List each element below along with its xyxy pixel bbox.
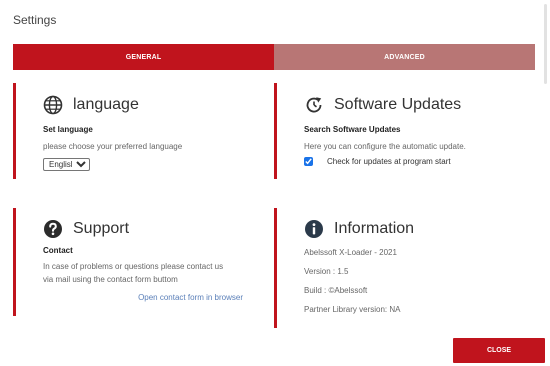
updates-description: Here you can configure the automatic upd… (304, 142, 466, 151)
update-check-label: Check for updates at program start (327, 157, 451, 166)
update-check-row[interactable]: Check for updates at program start (304, 157, 536, 166)
language-description: please choose your preferred language (43, 142, 183, 151)
updates-panel: Software Updates Search Software Updates… (274, 83, 536, 179)
support-subtitle: Contact (43, 246, 73, 255)
updates-subtitle: Search Software Updates (304, 125, 401, 134)
scrollbar[interactable] (544, 4, 547, 84)
question-circle-icon (43, 219, 63, 239)
support-panel: Support Contact In case of problems or q… (13, 208, 263, 316)
refresh-clock-icon (304, 95, 324, 115)
product-name: Abelssoft X-Loader - 2021 (304, 248, 397, 257)
language-subtitle: Set language (43, 125, 93, 134)
tab-general[interactable]: GENERAL (13, 44, 274, 70)
update-checkbox[interactable] (304, 157, 313, 166)
contact-form-link[interactable]: Open contact form in browser (43, 293, 243, 302)
information-panel: Information Abelssoft X-Loader - 2021 Ve… (274, 208, 536, 328)
globe-icon (43, 95, 63, 115)
tab-advanced[interactable]: ADVANCED (274, 44, 535, 70)
updates-title: Software Updates (334, 96, 462, 113)
close-button[interactable]: CLOSE (453, 338, 545, 363)
support-description: In case of problems or questions please … (43, 260, 263, 286)
version-info: Version : 1.5 (304, 267, 349, 276)
support-title: Support (73, 220, 130, 237)
language-panel: language Set language please choose your… (13, 83, 263, 179)
build-info: Build : ©Abelssoft (304, 286, 368, 295)
language-title: language (73, 96, 139, 113)
information-title: Information (334, 220, 415, 237)
tab-bar: GENERAL ADVANCED (13, 44, 535, 70)
window-title: Settings (13, 13, 57, 27)
support-description-line1: In case of problems or questions please … (43, 262, 224, 271)
language-select[interactable]: English (43, 158, 90, 171)
support-description-line2: via mail using the contact form buttom (43, 275, 178, 284)
info-circle-icon (304, 219, 324, 239)
partner-library-info: Partner Library version: NA (304, 305, 401, 314)
